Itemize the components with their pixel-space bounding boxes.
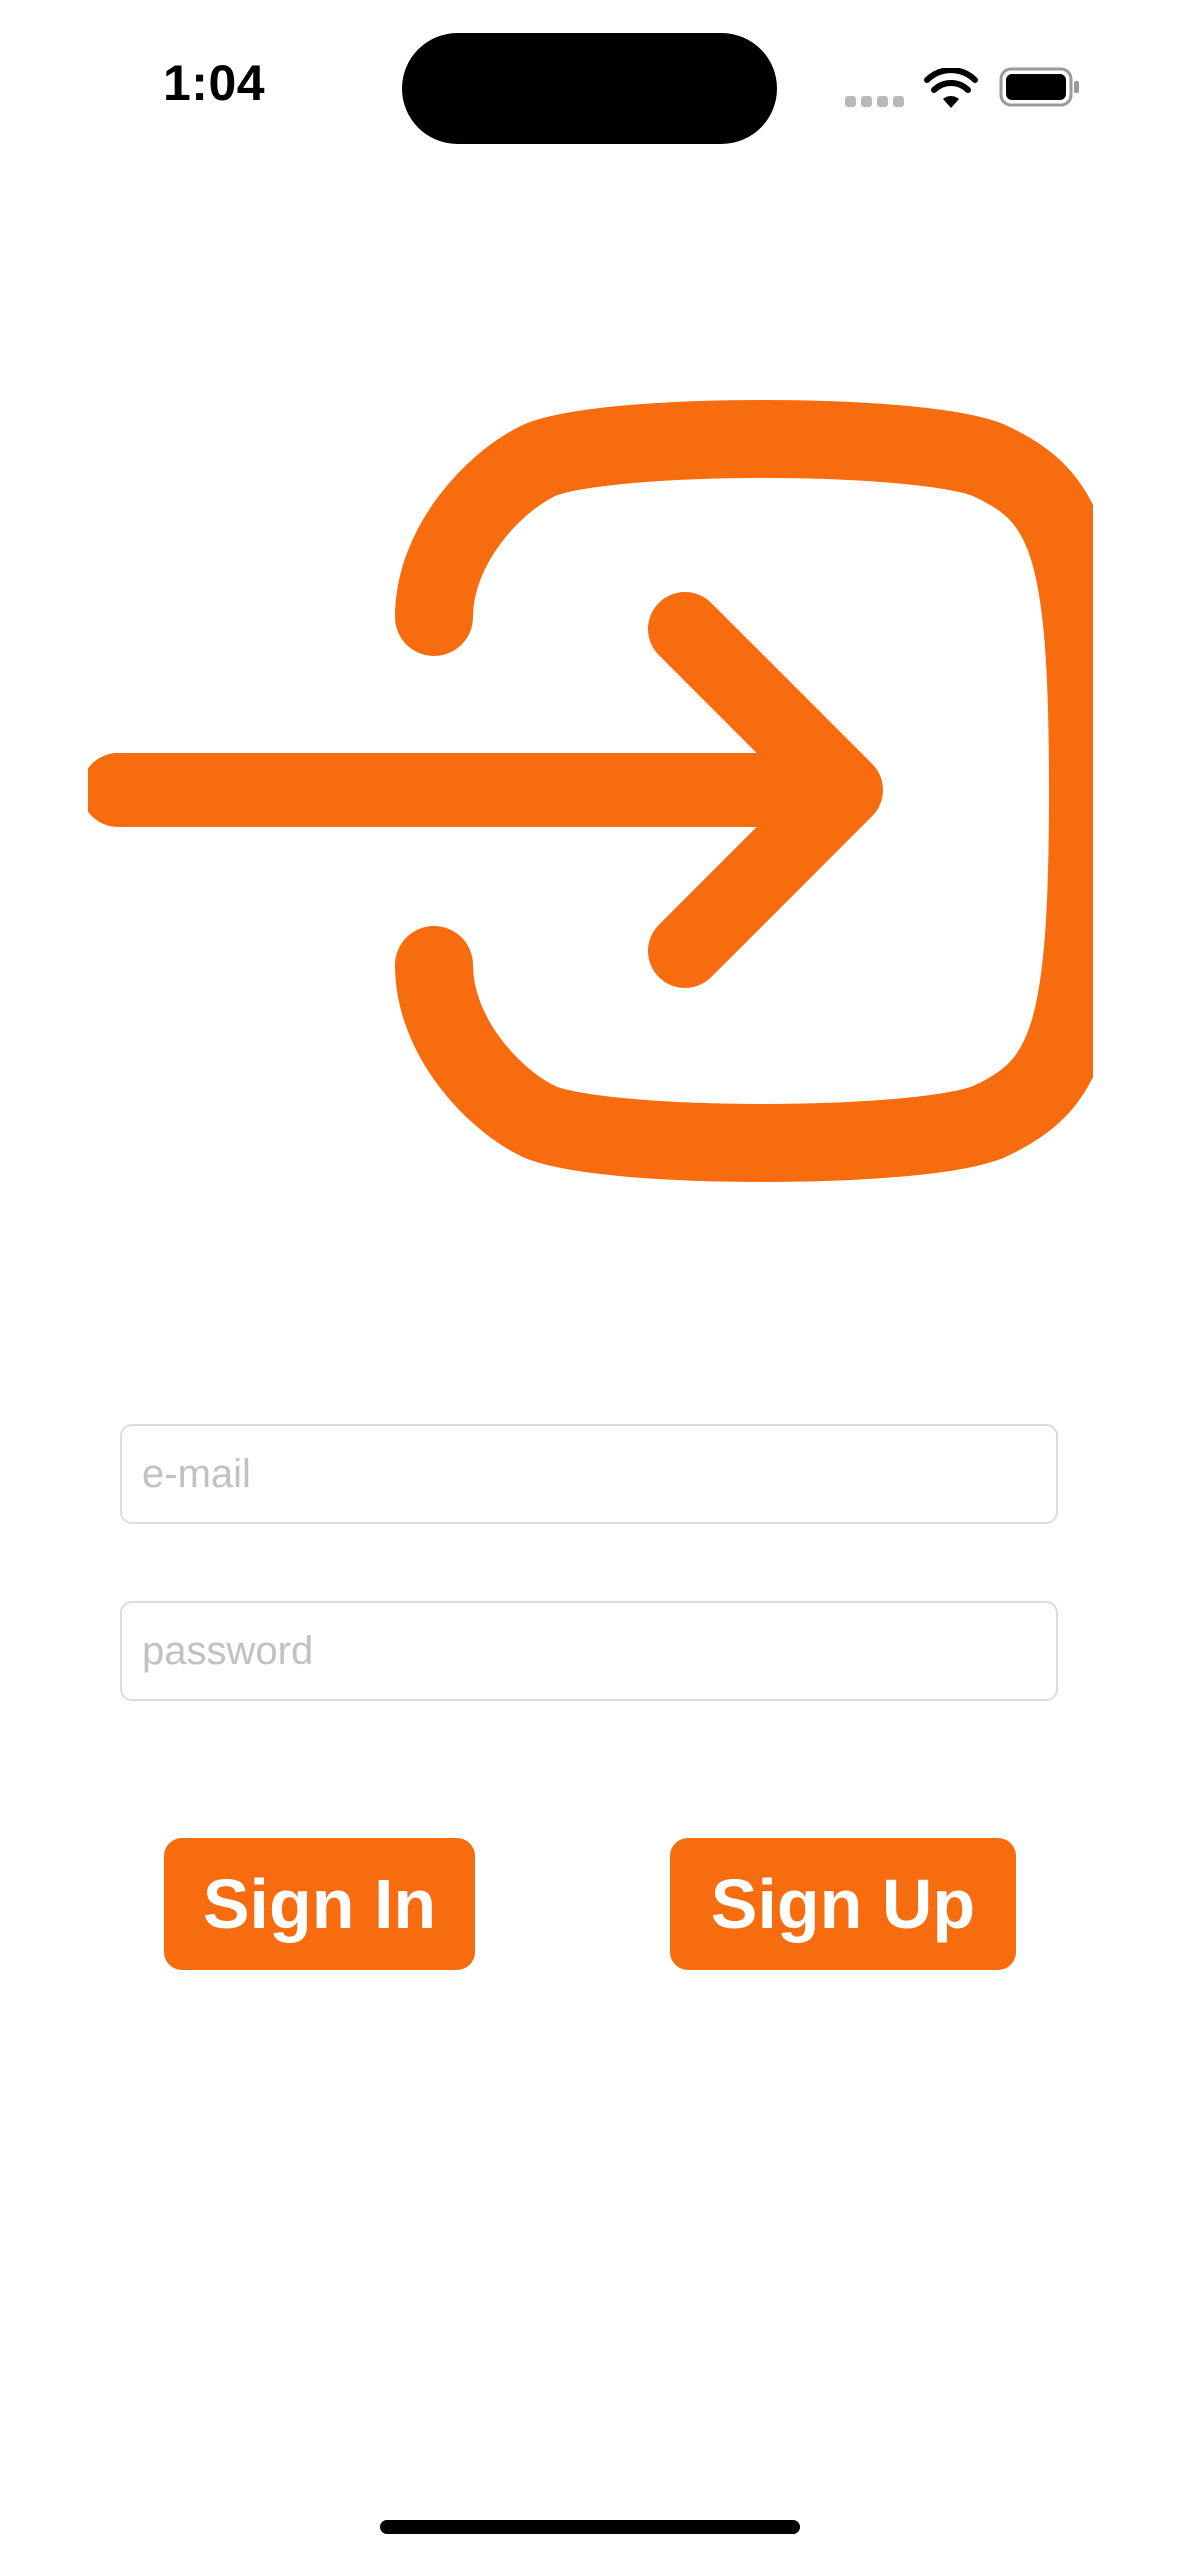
sign-up-button[interactable]: Sign Up xyxy=(670,1838,1016,1970)
dynamic-island xyxy=(402,33,777,144)
sign-in-button[interactable]: Sign In xyxy=(164,1838,475,1970)
home-indicator[interactable] xyxy=(380,2520,800,2534)
cellular-signal-icon xyxy=(845,96,905,108)
sign-in-arrow-icon xyxy=(88,400,1093,1182)
status-bar: 1:04 xyxy=(0,0,1179,150)
email-field[interactable] xyxy=(120,1424,1058,1524)
status-time: 1:04 xyxy=(163,55,266,111)
battery-icon xyxy=(999,67,1079,107)
wifi-icon xyxy=(924,68,978,108)
password-field[interactable] xyxy=(120,1601,1058,1701)
